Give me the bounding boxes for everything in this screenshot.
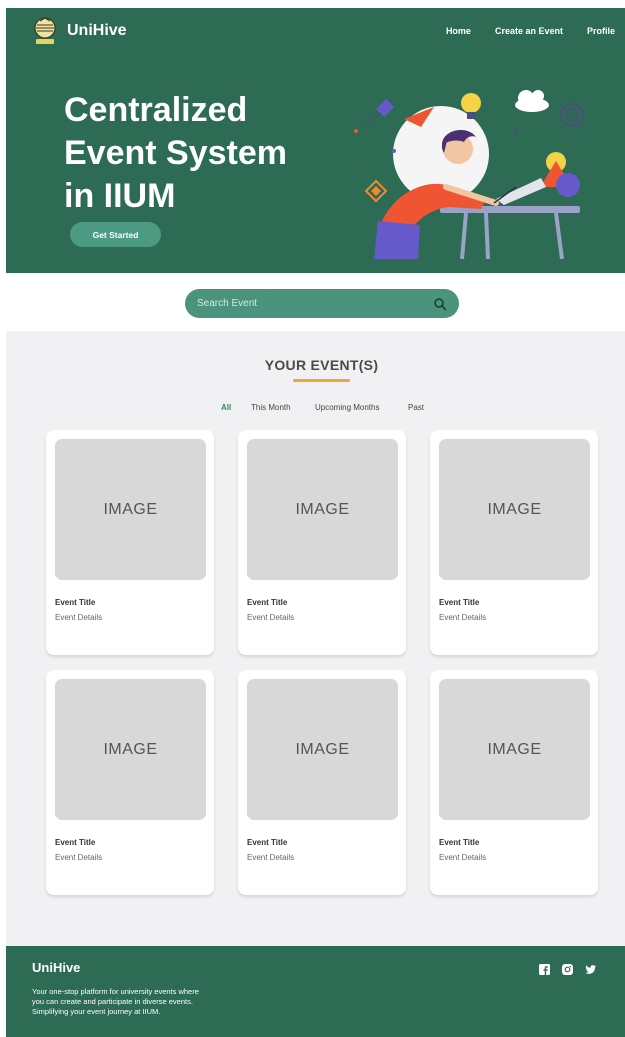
search-section xyxy=(6,273,625,331)
brand-name[interactable]: UniHive xyxy=(67,22,127,40)
footer-description: Your one-stop platform for university ev… xyxy=(32,987,262,1017)
social-links xyxy=(539,964,596,975)
search-input[interactable] xyxy=(197,298,433,309)
filter-tab-upcoming-months[interactable]: Upcoming Months xyxy=(315,403,379,412)
event-card[interactable]: IMAGE Event Title Event Details xyxy=(430,430,598,655)
hero-section: Centralized Event System in IIUM Get Sta… xyxy=(6,53,625,273)
filter-tab-all[interactable]: All xyxy=(221,403,231,412)
twitter-icon[interactable] xyxy=(585,964,596,975)
page: UniHive Home Create an Event Profile Cen… xyxy=(6,8,625,1037)
footer-description-line: you can create and participate in divers… xyxy=(32,997,193,1006)
search-bar[interactable] xyxy=(185,289,459,318)
hero-illustration xyxy=(354,90,584,259)
filter-tabs: All This Month Upcoming Months Past xyxy=(6,403,625,417)
event-details: Event Details xyxy=(247,853,295,862)
hero-title: Centralized Event System in IIUM xyxy=(64,89,344,218)
event-details: Event Details xyxy=(55,613,103,622)
nav-profile-link[interactable]: Profile xyxy=(587,26,615,36)
events-heading: YOUR EVENT(S) xyxy=(264,357,379,373)
footer: UniHive Your one-stop platform for unive… xyxy=(6,946,625,1037)
event-title: Event Title xyxy=(439,838,480,847)
event-title: Event Title xyxy=(55,838,96,847)
get-started-button[interactable]: Get Started xyxy=(70,222,161,247)
event-image-placeholder: IMAGE xyxy=(247,679,398,820)
event-details: Event Details xyxy=(439,853,487,862)
event-image-placeholder: IMAGE xyxy=(439,439,590,580)
event-title: Event Title xyxy=(439,598,480,607)
event-card[interactable]: IMAGE Event Title Event Details xyxy=(46,430,214,655)
event-title: Event Title xyxy=(55,598,96,607)
event-image-placeholder: IMAGE xyxy=(247,439,398,580)
footer-description-line: Simplifying your event journey at IIUM. xyxy=(32,1007,161,1016)
navbar: UniHive Home Create an Event Profile xyxy=(6,8,625,53)
footer-description-line: Your one-stop platform for university ev… xyxy=(32,987,199,996)
event-image-placeholder: IMAGE xyxy=(55,679,206,820)
nav-home-link[interactable]: Home xyxy=(446,26,471,36)
filter-tab-past[interactable]: Past xyxy=(408,403,424,412)
instagram-icon[interactable] xyxy=(562,964,573,975)
event-card[interactable]: IMAGE Event Title Event Details xyxy=(430,670,598,895)
nav-links: Home Create an Event Profile xyxy=(446,26,615,36)
hero-title-line: Centralized xyxy=(64,91,248,129)
hero-title-line: in IIUM xyxy=(64,177,176,215)
events-section: YOUR EVENT(S) All This Month Upcoming Mo… xyxy=(6,331,625,946)
event-title: Event Title xyxy=(247,598,288,607)
nav-create-event-link[interactable]: Create an Event xyxy=(495,26,563,36)
event-card[interactable]: IMAGE Event Title Event Details xyxy=(238,430,406,655)
event-image-placeholder: IMAGE xyxy=(439,679,590,820)
event-card[interactable]: IMAGE Event Title Event Details xyxy=(46,670,214,895)
footer-brand: UniHive xyxy=(32,960,81,975)
search-icon[interactable] xyxy=(433,297,447,311)
event-image-placeholder: IMAGE xyxy=(55,439,206,580)
hero-title-line: Event System xyxy=(64,134,287,172)
filter-tab-this-month[interactable]: This Month xyxy=(251,403,291,412)
event-card[interactable]: IMAGE Event Title Event Details xyxy=(238,670,406,895)
event-details: Event Details xyxy=(55,853,103,862)
event-details: Event Details xyxy=(439,613,487,622)
facebook-icon[interactable] xyxy=(539,964,550,975)
event-details: Event Details xyxy=(247,613,295,622)
logo-icon[interactable] xyxy=(32,16,58,46)
heading-underline xyxy=(293,379,350,382)
event-title: Event Title xyxy=(247,838,288,847)
